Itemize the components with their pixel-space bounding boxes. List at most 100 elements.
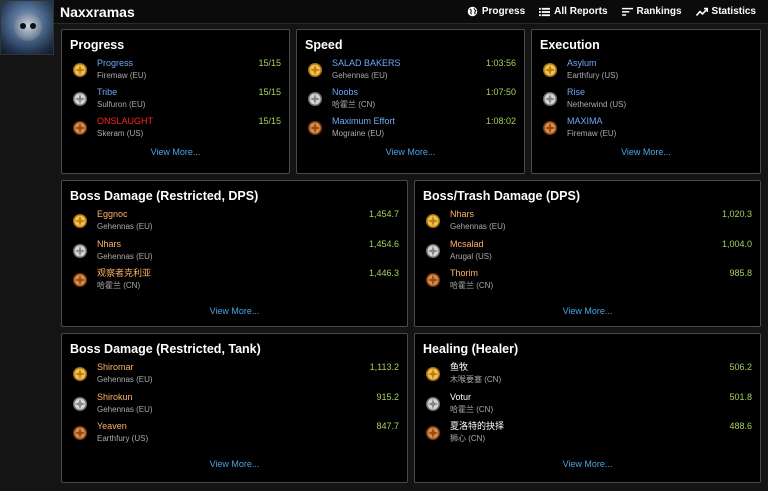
gold-medal-icon [541,61,559,79]
ranking-name[interactable]: Nhars [450,209,760,220]
ranking-list: Asylum Earthfury (US) Rise Netherwind (US) M… [532,58,760,145]
ranking-list: Eggnoc Gehennas (EU) 1,454.7 Nhars Gehennas … [62,209,407,298]
gold-medal-icon [424,212,442,230]
ranking-server: 哈霍兰 (CN) [97,281,141,290]
panel-title: Healing (Healer) [423,342,519,356]
bronze-medal-icon [71,119,89,137]
speed-panel: Speed SALAD BAKERS Gehennas (EU) 1:03:56 Noo… [296,29,525,174]
boss-dps-panel: Boss Damage (Restricted, DPS) Eggnoc Gehen… [61,180,408,327]
panel-title: Boss Damage (Restricted, Tank) [70,342,261,356]
ranking-row: Progress Firemaw (EU) 15/15 [62,58,289,87]
ranking-row: Tribe Sulfuron (EU) 15/15 [62,87,289,116]
zone-image [0,0,54,55]
bronze-medal-icon [306,119,324,137]
ranking-row: MAXIMA Firemaw (EU) [532,116,760,145]
ranking-value: 1,004.0 [721,238,752,249]
ranking-row: 鱼牧木喉要塞 (CN) 506.2 [415,362,760,392]
ranking-server: Gehennas (EU) [97,251,153,261]
gold-medal-icon [71,365,89,383]
ranking-server: Earthfury (US) [567,71,619,80]
ranking-name[interactable]: Shirokun [97,392,407,403]
ranking-row: Shiromar Gehennas (EU) 1,113.2 [62,362,407,392]
nav-progress[interactable]: Progress [467,6,525,17]
nav-all-reports-label: All Reports [554,6,608,17]
ranking-value: 1:07:50 [485,87,516,97]
ranking-value: 506.2 [729,362,752,372]
ranking-name[interactable]: Shiromar [97,362,407,373]
ranking-server: Gehennas (EU) [97,222,153,231]
ranking-name[interactable]: Rise [567,87,760,98]
ranking-value: 15/15 [258,58,281,68]
view-more-link[interactable]: View More... [62,459,407,469]
ranking-server: Netherwind (US) [567,100,627,109]
nav-statistics-label: Statistics [711,6,756,17]
trash-dps-panel: Boss/Trash Damage (DPS) Nhars Gehennas (EU… [414,180,761,327]
silver-medal-icon [424,242,442,260]
trend-icon [695,7,708,16]
ranking-list: Progress Firemaw (EU) 15/15 Tribe Sulfuron (… [62,58,289,145]
nav-all-reports[interactable]: All Reports [539,6,608,17]
view-more-link[interactable]: View More... [297,147,524,157]
view-more-link[interactable]: View More... [62,306,407,316]
ranking-name[interactable]: 鱼牧 [450,362,760,373]
ranking-row: Shirokun Gehennas (EU) 915.2 [62,392,407,422]
ranking-row: Eggnoc Gehennas (EU) 1,454.7 [62,209,407,239]
ranking-list: Nhars Gehennas (EU) 1,020.3 Mcsalad Arugal (… [415,209,760,298]
nav-progress-label: Progress [481,6,526,17]
ranking-name[interactable]: Eggnoc [97,209,407,220]
panel-title: Boss Damage (Restricted, DPS) [70,189,259,203]
gold-medal-icon [71,61,89,79]
ranking-server: Gehennas (EU) [450,222,506,231]
ranking-row: Votur 哈霍兰 (CN) 501.8 [415,392,760,422]
view-more-link[interactable]: View More... [62,147,289,157]
panel-title: Speed [305,38,343,52]
panel-title: Execution [540,38,600,52]
skull-icon [14,13,42,41]
ranking-value: 1,020.3 [721,209,752,219]
ranking-row: Asylum Earthfury (US) [532,58,760,87]
view-more-link[interactable]: View More... [415,306,760,316]
ranking-name[interactable]: 夏洛特的抉择 [450,421,760,432]
view-more-link[interactable]: View More... [415,459,760,469]
nav-statistics[interactable]: Statistics [695,6,756,17]
ranking-value: 915.2 [376,391,399,402]
globe-icon [467,6,478,17]
progress-panel: Progress Progress Firemaw (EU) 15/15 Tribe Su… [61,29,290,174]
healing-panel: Healing (Healer) 鱼牧木喉要塞 (CN) 506.2 Votur 哈霍兰… [414,333,761,483]
ranking-server: 哈霍兰 (CN) [450,281,494,290]
zone-title: Naxxramas [60,3,135,20]
ranking-name[interactable]: Asylum [567,58,760,69]
ranking-row: Nhars Gehennas (EU) 1,454.6 [62,239,407,269]
ranking-row: Noobs 哈霍兰 (CN) 1:07:50 [297,87,524,116]
ranking-row: 观察者克利亚 哈霍兰 (CN) 1,446.3 [62,268,407,298]
ranking-name[interactable]: Mcsalad [450,239,760,250]
bronze-medal-icon [71,424,89,442]
nav-rankings-label: Rankings [636,6,682,17]
ranking-server: Firemaw (EU) [97,71,147,80]
ranking-name[interactable]: Nhars [97,239,407,250]
nav-rankings[interactable]: Rankings [621,6,682,17]
ranking-value: 15/15 [258,116,281,126]
ranking-row: Yeaven Earthfury (US) 847.7 [62,421,407,451]
ranking-value: 847.7 [376,421,399,431]
bronze-medal-icon [541,119,559,137]
ranking-server: Gehennas (EU) [97,375,153,384]
ranking-name[interactable]: Thorim [450,268,760,279]
ranking-server: 木喉要塞 (CN) [450,375,502,384]
gold-medal-icon [71,212,89,230]
ranking-name[interactable]: 观察者克利亚 [97,268,407,279]
view-more-link[interactable]: View More... [532,147,760,157]
ranking-name[interactable]: Yeaven [97,421,407,432]
ranking-value: 1,454.7 [368,209,399,219]
ranking-value: 488.6 [729,421,752,431]
ranking-name[interactable]: MAXIMA [567,116,760,127]
list-icon [539,7,551,16]
silver-medal-icon [541,90,559,108]
bronze-medal-icon [424,424,442,442]
ranking-server: Gehennas (EU) [97,404,153,414]
silver-medal-icon [71,90,89,108]
ranking-name[interactable]: Votur [450,392,760,403]
ranking-server: Skeram (US) [97,129,144,138]
top-bar: Naxxramas Progress All Reports Rankings … [54,0,768,24]
sort-icon [621,7,633,16]
